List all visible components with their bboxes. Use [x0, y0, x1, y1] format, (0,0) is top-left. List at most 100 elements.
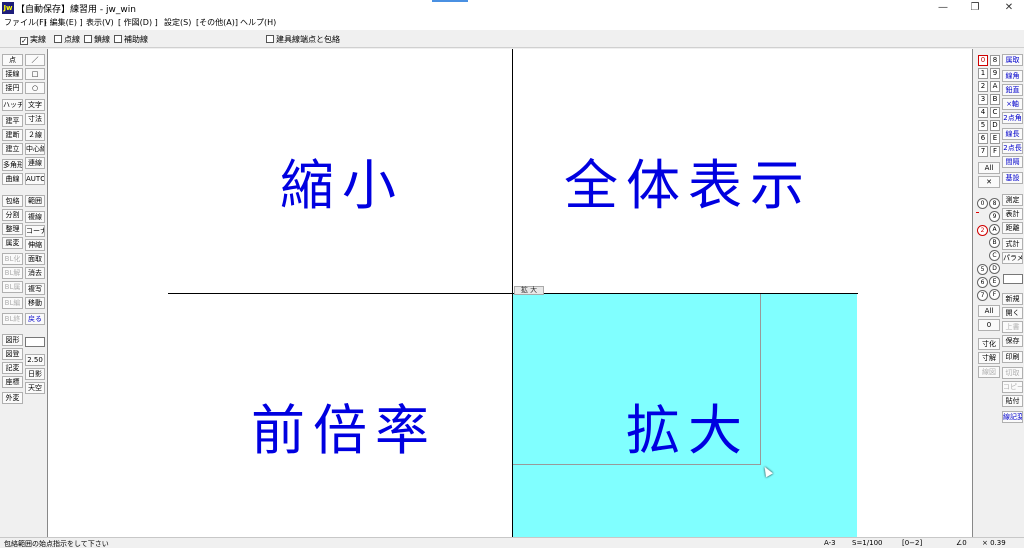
tool-attribute-pick[interactable]: 属取	[1002, 54, 1023, 66]
layer-zero[interactable]: 0	[978, 319, 1000, 331]
drawing-canvas[interactable]: 拡 大 縮小 全体表示 前倍率 拡大	[47, 49, 973, 537]
tool-dimension-figure[interactable]: 線図	[978, 366, 1000, 378]
overwrite-save-button[interactable]: 上書	[1002, 321, 1023, 333]
line-chain-option[interactable]: 鎖線	[84, 34, 110, 45]
layer-2[interactable]: 2	[977, 225, 988, 236]
cut-button[interactable]: 切取	[1002, 367, 1023, 379]
tool-parametric[interactable]: パラメ	[1002, 252, 1023, 264]
layer-group-6[interactable]: 6	[978, 133, 988, 144]
layer-group-0[interactable]: 0	[978, 55, 988, 66]
tool-table-calc[interactable]: 表計	[1002, 208, 1023, 220]
layer-7[interactable]: 7	[977, 290, 988, 301]
checkbox[interactable]	[84, 35, 92, 43]
checkbox[interactable]	[114, 35, 122, 43]
layer-group-3[interactable]: 3	[978, 94, 988, 105]
print-button[interactable]: 印刷	[1002, 351, 1023, 363]
layer-8[interactable]: 8	[989, 198, 1000, 209]
tool-continuous-line[interactable]: 連線	[25, 157, 45, 169]
tool-block-edit[interactable]: BL編	[2, 297, 23, 309]
menu-draw[interactable]: [ 作図(D) ]	[118, 17, 158, 28]
tool-block-create[interactable]: BL化	[2, 253, 23, 265]
layer-group-9[interactable]: 9	[990, 68, 1000, 79]
menu-edit[interactable]: [ 編集(E) ]	[44, 17, 83, 28]
tool-attribute-change[interactable]: 属変	[2, 237, 23, 249]
tool-double-line[interactable]: ２線	[25, 129, 45, 141]
tool-figure-register[interactable]: 図登	[2, 348, 23, 360]
tool-tangent-circle[interactable]: 接円	[2, 82, 23, 94]
tool-divide[interactable]: 分割	[2, 209, 23, 221]
angle-readout[interactable]: ∠0	[956, 539, 967, 547]
layer-group-f[interactable]: F	[990, 146, 1000, 157]
tool-auto[interactable]: AUTO	[25, 173, 45, 185]
tool-external-change[interactable]: 外変	[2, 392, 23, 404]
line-color-swatch[interactable]	[25, 337, 45, 347]
layer-0[interactable]: 0	[977, 198, 988, 209]
layer-9[interactable]: 9	[989, 211, 1000, 222]
layer-group-all[interactable]: All	[978, 162, 1000, 174]
layer-group-1[interactable]: 1	[978, 68, 988, 79]
tool-dimension[interactable]: 寸法	[25, 113, 45, 125]
paste-button[interactable]: 貼付	[1002, 395, 1023, 407]
layer-f[interactable]: F	[989, 289, 1000, 300]
tool-block-explode[interactable]: BL解	[2, 267, 23, 279]
tool-figure[interactable]: 図形	[2, 334, 23, 346]
tool-circle[interactable]: ○	[25, 82, 45, 94]
tool-shadow[interactable]: 日影	[25, 368, 45, 380]
tool-envelope[interactable]: 包絡	[2, 195, 23, 207]
tool-section[interactable]: 建断	[2, 129, 23, 141]
line-solid-option[interactable]: ✓ 実線	[20, 34, 46, 45]
checkbox[interactable]	[266, 35, 274, 43]
layer-group-4[interactable]: 4	[978, 107, 988, 118]
paper-size[interactable]: A-3	[824, 539, 836, 547]
tool-block-end[interactable]: BL終	[2, 313, 23, 325]
menu-help[interactable]: ヘルプ(H)	[240, 17, 276, 28]
layer-group-8[interactable]: 8	[990, 55, 1000, 66]
tool-organize[interactable]: 整理	[2, 223, 23, 235]
new-file-button[interactable]: 新規	[1002, 293, 1023, 305]
layer-5[interactable]: 5	[977, 264, 988, 275]
close-button[interactable]: ✕	[994, 0, 1024, 16]
tool-symbol-change[interactable]: 記変	[2, 362, 23, 374]
tool-hatch[interactable]: ハッチ	[2, 99, 23, 111]
tool-offset[interactable]: 複線	[25, 211, 45, 223]
line-aux-option[interactable]: 補助線	[114, 34, 148, 45]
layer-a[interactable]: A	[989, 224, 1000, 235]
tool-rectangle[interactable]: □	[25, 68, 45, 80]
tool-two-point-angle[interactable]: 2点角	[1002, 112, 1023, 124]
layer-readout[interactable]: [0−2]	[902, 539, 922, 547]
layer-b[interactable]: B	[989, 237, 1000, 248]
tool-range[interactable]: 範囲	[25, 195, 45, 207]
tool-sky-factor[interactable]: 天空	[25, 382, 45, 394]
menu-other[interactable]: [その他(A)]	[196, 17, 238, 28]
open-file-button[interactable]: 開く	[1002, 307, 1023, 319]
tool-line-symbol-change[interactable]: 線記変	[1002, 411, 1023, 423]
minimize-button[interactable]: —	[928, 0, 958, 16]
layer-group-a[interactable]: A	[990, 81, 1000, 92]
tool-text[interactable]: 文字	[25, 99, 45, 111]
copy-button[interactable]: コピー	[1002, 381, 1023, 393]
layer-d[interactable]: D	[989, 263, 1000, 274]
tool-line[interactable]: ／	[25, 54, 45, 66]
tool-base-setting[interactable]: 基設	[1002, 172, 1023, 184]
layer-all[interactable]: All	[978, 305, 1000, 317]
layer-group-2[interactable]: 2	[978, 81, 988, 92]
save-button[interactable]: 保存	[1002, 335, 1023, 347]
tool-curve[interactable]: 曲線	[2, 173, 23, 185]
layer-group-cross[interactable]: ✕	[978, 176, 1000, 188]
layer-swatch[interactable]	[1003, 274, 1023, 284]
scale-readout[interactable]: S=1/100	[852, 539, 882, 547]
layer-group-b[interactable]: B	[990, 94, 1000, 105]
tool-undo[interactable]: 戻る	[25, 313, 45, 325]
tool-line-angle[interactable]: 線角	[1002, 70, 1023, 82]
tool-elevation[interactable]: 建立	[2, 143, 23, 155]
tool-point[interactable]: 点	[2, 54, 23, 66]
menu-file[interactable]: ファイル(F)	[4, 17, 47, 28]
menu-settings[interactable]: 設定(S)	[164, 17, 191, 28]
layer-6[interactable]: 6	[977, 277, 988, 288]
layer-group-d[interactable]: D	[990, 120, 1000, 131]
line-dotted-option[interactable]: 点線	[54, 34, 80, 45]
tool-dimension-convert[interactable]: 寸化	[978, 338, 1000, 350]
tool-move[interactable]: 移動	[25, 297, 45, 309]
tool-chamfer[interactable]: 面取	[25, 253, 45, 265]
layer-e[interactable]: E	[989, 276, 1000, 287]
